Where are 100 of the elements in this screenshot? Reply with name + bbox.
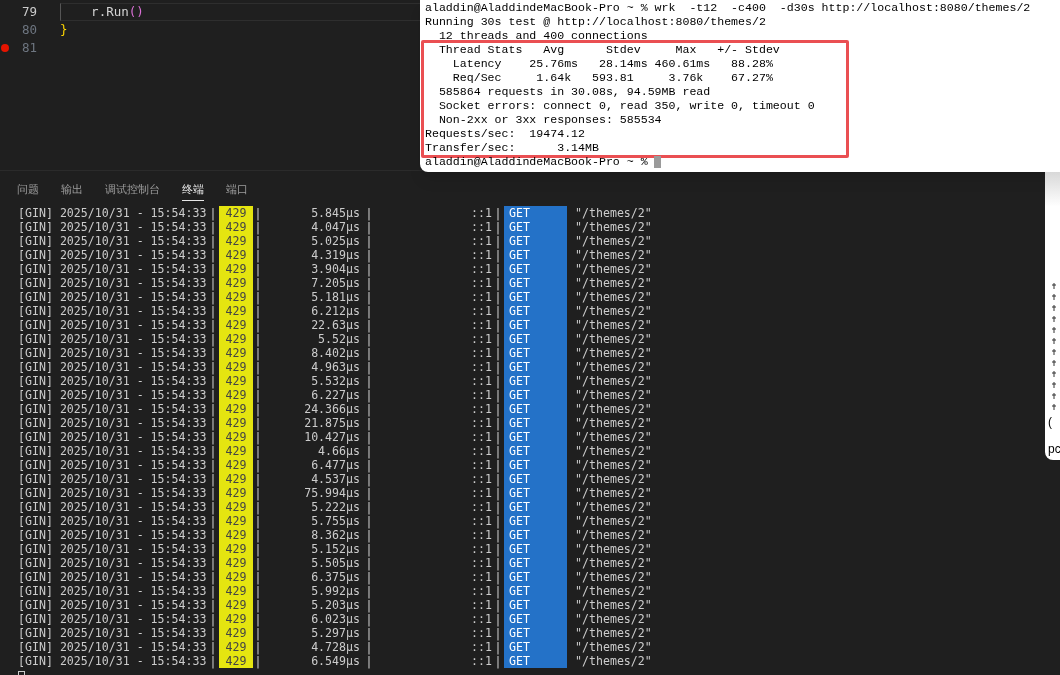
separator: | (493, 514, 503, 528)
separator: | (364, 388, 374, 402)
separator: | (493, 360, 503, 374)
log-timestamp: [GIN] 2025/10/31 - 15:54:33 (18, 290, 207, 304)
separator: | (493, 458, 503, 472)
separator: | (493, 234, 503, 248)
http-method: GET (504, 612, 567, 626)
http-method: GET (504, 528, 567, 542)
status-code: 429 (219, 220, 253, 234)
separator: | (208, 206, 218, 220)
latency: 75.994µs (303, 486, 360, 500)
separator: | (253, 332, 263, 346)
separator: | (253, 486, 263, 500)
log-timestamp: [GIN] 2025/10/31 - 15:54:33 (18, 220, 207, 234)
panel-tab[interactable]: 输出 (61, 179, 83, 201)
panel-tab[interactable]: 调试控制台 (105, 179, 160, 201)
http-method: GET (504, 584, 567, 598)
status-code: 429 (219, 430, 253, 444)
request-path: "/themes/2" (574, 598, 652, 612)
log-timestamp: [GIN] 2025/10/31 - 15:54:33 (18, 374, 207, 388)
separator: | (364, 584, 374, 598)
log-timestamp: [GIN] 2025/10/31 - 15:54:33 (18, 444, 207, 458)
status-code: 429 (219, 598, 253, 612)
separator: | (208, 248, 218, 262)
separator: | (493, 276, 503, 290)
separator: | (253, 416, 263, 430)
panel-tab[interactable]: 问题 (17, 179, 39, 201)
status-code: 429 (219, 416, 253, 430)
http-method: GET (504, 262, 567, 276)
separator: | (493, 304, 503, 318)
http-method: GET (504, 598, 567, 612)
separator: | (253, 276, 263, 290)
request-path: "/themes/2" (574, 556, 652, 570)
panel-tab[interactable]: 终端 (182, 179, 204, 201)
separator: | (493, 444, 503, 458)
http-method: GET (504, 290, 567, 304)
http-method: GET (504, 486, 567, 500)
client-ip: ::1 (470, 458, 492, 472)
status-code: 429 (219, 570, 253, 584)
separator: | (253, 360, 263, 374)
latency: 21.875µs (303, 416, 360, 430)
request-path: "/themes/2" (574, 640, 652, 654)
separator: | (364, 458, 374, 472)
separator: | (364, 612, 374, 626)
http-method: GET (504, 388, 567, 402)
separator: | (493, 570, 503, 584)
separator: | (493, 416, 503, 430)
line-number: 81 (20, 38, 37, 57)
latency: 5.025µs (310, 234, 360, 248)
request-path: "/themes/2" (574, 570, 652, 584)
request-path: "/themes/2" (574, 304, 652, 318)
separator: | (253, 556, 263, 570)
log-timestamp: [GIN] 2025/10/31 - 15:54:33 (18, 654, 207, 668)
panel-tab[interactable]: 端口 (226, 179, 248, 201)
http-method: GET (504, 276, 567, 290)
request-path: "/themes/2" (574, 612, 652, 626)
separator: | (364, 276, 374, 290)
separator: | (208, 430, 218, 444)
separator: | (208, 556, 218, 570)
client-ip: ::1 (470, 234, 492, 248)
latency: 24.366µs (303, 402, 360, 416)
separator: | (208, 486, 218, 500)
latency: 5.755µs (310, 514, 360, 528)
status-code: 429 (219, 514, 253, 528)
separator: | (208, 290, 218, 304)
status-code: 429 (219, 458, 253, 472)
separator: | (364, 514, 374, 528)
request-path: "/themes/2" (574, 542, 652, 556)
separator: | (493, 556, 503, 570)
request-path: "/themes/2" (574, 458, 652, 472)
separator: | (208, 262, 218, 276)
separator: | (364, 402, 374, 416)
separator: | (208, 374, 218, 388)
line-number: 80 (20, 20, 37, 39)
separator: | (208, 318, 218, 332)
separator: | (253, 654, 263, 668)
separator: | (364, 444, 374, 458)
separator: | (253, 290, 263, 304)
separator: | (253, 528, 263, 542)
latency: 6.227µs (310, 388, 360, 402)
code-line: } (60, 20, 68, 39)
separator: | (208, 444, 218, 458)
request-path: "/themes/2" (574, 500, 652, 514)
separator: | (253, 458, 263, 472)
status-code: 429 (219, 360, 253, 374)
separator: | (364, 248, 374, 262)
log-timestamp: [GIN] 2025/10/31 - 15:54:33 (18, 402, 207, 416)
breakpoint-icon[interactable] (1, 44, 9, 52)
log-timestamp: [GIN] 2025/10/31 - 15:54:33 (18, 430, 207, 444)
separator: | (253, 248, 263, 262)
status-code: 429 (219, 486, 253, 500)
request-path: "/themes/2" (574, 248, 652, 262)
request-path: "/themes/2" (574, 584, 652, 598)
status-code: 429 (219, 346, 253, 360)
client-ip: ::1 (470, 346, 492, 360)
client-ip: ::1 (470, 248, 492, 262)
separator: | (364, 542, 374, 556)
separator: | (364, 528, 374, 542)
request-path: "/themes/2" (574, 262, 652, 276)
separator: | (493, 318, 503, 332)
